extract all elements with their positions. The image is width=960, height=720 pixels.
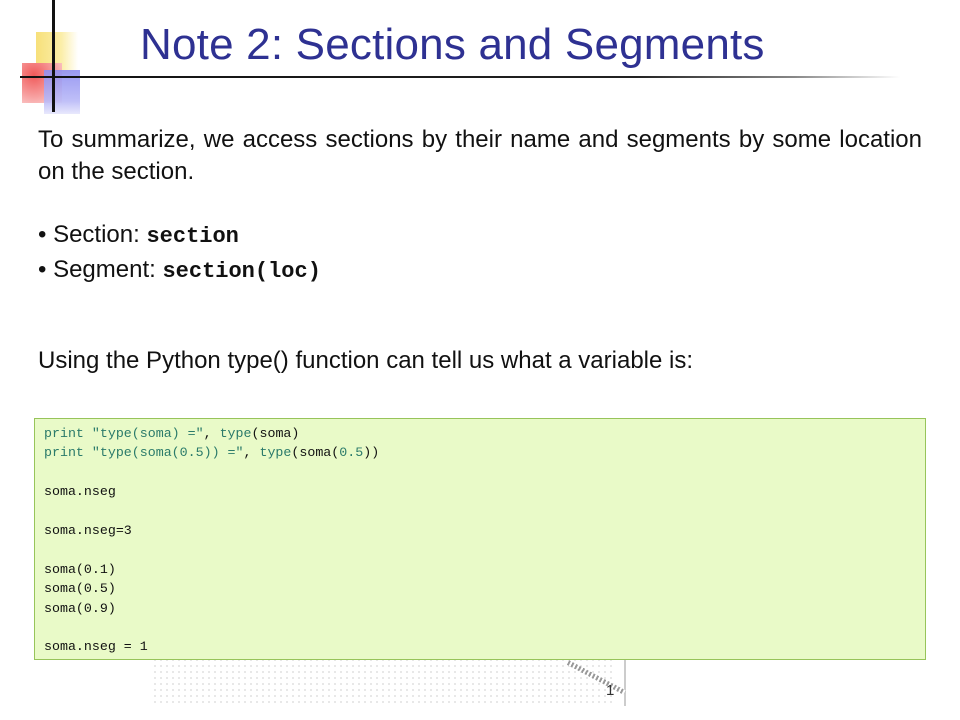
logo-vertical-line <box>52 0 55 112</box>
slide-title: Note 2: Sections and Segments <box>140 20 765 69</box>
bullet-label: • Section: <box>38 221 147 248</box>
code-line: soma.nseg=3 <box>44 523 132 538</box>
figure-label: 1 <box>606 682 615 699</box>
code-line: print "type(soma) =", type(soma) <box>44 426 300 441</box>
code-line: soma.nseg = 1 <box>44 639 148 655</box>
code-block: print "type(soma) =", type(soma) print "… <box>34 418 926 660</box>
bullet-list: • Section: section • Segment: section(lo… <box>38 218 321 288</box>
bullet-code: section <box>146 224 239 249</box>
bullet-segment: • Segment: section(loc) <box>38 253 321 288</box>
bullet-section: • Section: section <box>38 218 321 253</box>
type-note: Using the Python type() function can tel… <box>38 347 694 374</box>
bullet-label: • Segment: <box>38 256 163 283</box>
code-line: soma(0.5) <box>44 581 116 597</box>
bullet-code: section(loc) <box>162 259 321 284</box>
code-line: soma(0.1) <box>44 561 116 577</box>
intro-paragraph: To summarize, we access sections by thei… <box>38 126 922 185</box>
code-line: soma.nseg <box>44 484 116 500</box>
title-underline <box>20 76 900 78</box>
corner-logo <box>0 0 100 120</box>
code-line: soma(0.9) <box>44 600 116 616</box>
code-line: print "type(soma(0.5)) =", type(soma(0.5… <box>44 445 380 461</box>
